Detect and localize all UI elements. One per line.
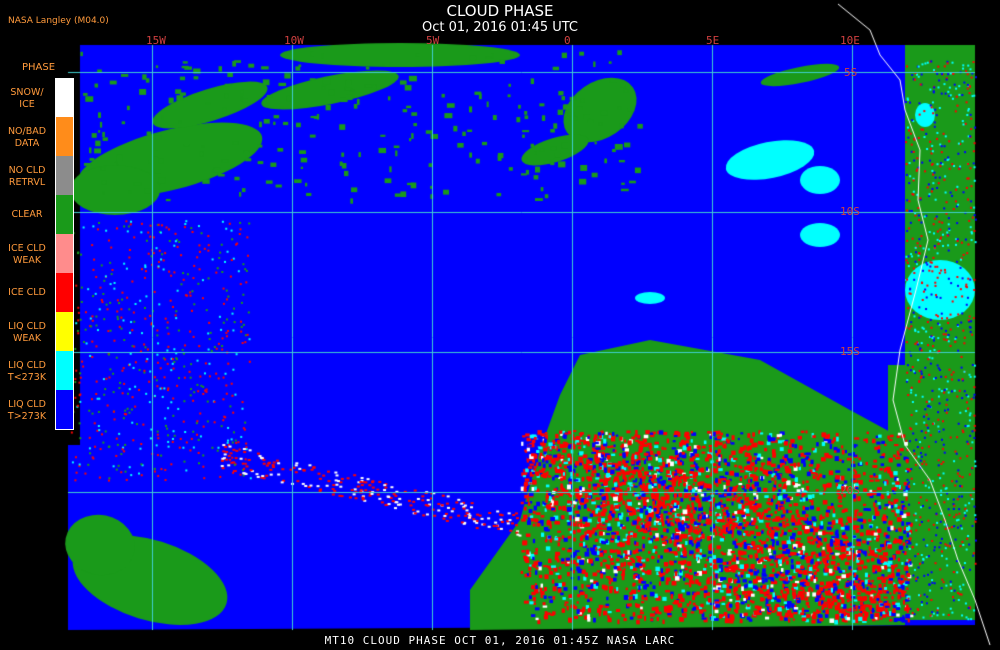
legend-item-line2: ICE xyxy=(19,99,35,110)
map-subtitle: Oct 01, 2016 01:45 UTC xyxy=(422,20,578,35)
legend-item: ICE CLD xyxy=(0,273,80,312)
legend-item: ICE CLD WEAK xyxy=(0,234,80,273)
legend-item-label: ICE CLD xyxy=(0,287,54,299)
legend-item: LIQ CLD T>273K xyxy=(0,390,80,429)
legend-item: LIQ CLD T<273K xyxy=(0,351,80,390)
legend-item-label: NO CLD RETRVL xyxy=(0,165,54,189)
map-title: CLOUD PHASE xyxy=(446,2,554,20)
legend-item-line1: SNOW/ xyxy=(10,87,44,98)
legend-heading: PHASE xyxy=(22,62,56,73)
legend-item: SNOW/ICE xyxy=(0,78,80,117)
legend-item-line2: T<273K xyxy=(7,372,47,383)
legend-swatch xyxy=(56,234,74,273)
legend-item-label: LIQ CLD WEAK xyxy=(0,321,54,345)
legend-item-line2: T>273K xyxy=(7,411,47,422)
legend-swatch xyxy=(56,156,74,195)
legend-item-line2: WEAK xyxy=(12,255,42,266)
legend-item: CLEAR xyxy=(0,195,80,234)
lon-label: 0 xyxy=(564,34,571,47)
lon-label: 5E xyxy=(706,34,720,47)
legend-item-label: NO/BAD DATA xyxy=(0,126,54,150)
legend-item-line2: DATA xyxy=(14,138,40,149)
legend-swatch xyxy=(56,273,74,312)
lat-label: 5S xyxy=(844,66,858,79)
source-label: NASA Langley (M04.0) xyxy=(8,16,109,26)
legend-swatch xyxy=(56,78,74,117)
legend-item-line1: LIQ CLD xyxy=(8,399,46,410)
legend-item-label: LIQ CLD T>273K xyxy=(0,399,54,423)
lat-label: 20S xyxy=(840,484,860,497)
lat-label: 10S xyxy=(840,205,860,218)
cloud-phase-map xyxy=(0,0,1000,650)
footer-caption: MT10 CLOUD PHASE OCT 01, 2016 01:45Z NAS… xyxy=(324,634,676,647)
legend-item-line2: WEAK xyxy=(12,333,42,344)
lon-label: 10E xyxy=(840,34,860,47)
lon-label: 15W xyxy=(146,34,166,47)
legend-swatch xyxy=(56,312,74,351)
lat-label: 15S xyxy=(840,345,860,358)
legend-swatch xyxy=(56,390,74,429)
legend-item-label: LIQ CLD T<273K xyxy=(0,360,54,384)
lon-label: 10W xyxy=(284,34,304,47)
legend-item: LIQ CLD WEAK xyxy=(0,312,80,351)
legend-item-line1: ICE CLD xyxy=(8,287,46,298)
legend-item-line1: CLEAR xyxy=(11,209,43,220)
legend-item-label: CLEAR xyxy=(0,209,54,221)
legend-item-line1: LIQ CLD xyxy=(8,360,46,371)
legend-item-line1: NO CLD xyxy=(8,165,46,176)
legend-swatch xyxy=(56,117,74,156)
legend-item-label: ICE CLD WEAK xyxy=(0,243,54,267)
legend-swatch xyxy=(56,351,74,390)
legend-swatch xyxy=(56,195,74,234)
legend-item-line1: LIQ CLD xyxy=(8,321,46,332)
legend-item-line1: ICE CLD xyxy=(8,243,46,254)
legend-item-label: SNOW/ICE xyxy=(0,87,54,111)
legend-item: NO/BAD DATA xyxy=(0,117,80,156)
legend-item-line2: RETRVL xyxy=(8,177,46,188)
legend-item-line1: NO/BAD xyxy=(7,126,47,137)
legend-item: NO CLD RETRVL xyxy=(0,156,80,195)
lon-label: 5W xyxy=(426,34,440,47)
